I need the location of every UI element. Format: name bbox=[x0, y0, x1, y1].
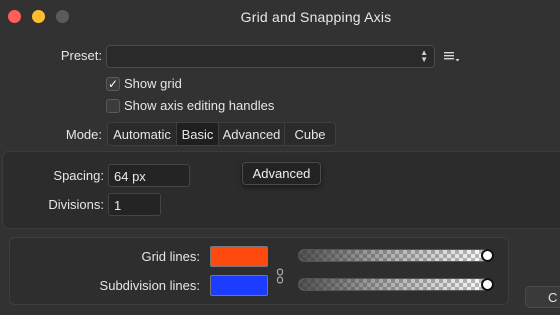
divisions-input[interactable]: 1 bbox=[108, 193, 161, 216]
show-axis-handles-checkbox-row[interactable]: Show axis editing handles bbox=[106, 98, 274, 113]
subdivision-lines-opacity-knob[interactable] bbox=[481, 278, 494, 291]
slider-gradient bbox=[299, 279, 493, 290]
mode-segmented-control[interactable]: Automatic Basic Advanced Cube bbox=[107, 122, 336, 146]
advanced-tooltip: Advanced bbox=[242, 162, 321, 185]
divisions-label: Divisions: bbox=[48, 197, 104, 212]
chevron-up-down-icon: ▲ ▼ bbox=[420, 48, 428, 64]
mode-basic-segment[interactable]: Basic bbox=[177, 123, 219, 145]
show-grid-checkbox-row[interactable]: ✓ Show grid bbox=[106, 76, 182, 91]
grid-lines-opacity-knob[interactable] bbox=[481, 249, 494, 262]
preset-select[interactable]: ▲ ▼ bbox=[106, 45, 435, 68]
spacing-label: Spacing: bbox=[53, 168, 104, 183]
subdivision-lines-opacity-slider[interactable] bbox=[298, 278, 494, 291]
mode-label: Mode: bbox=[65, 127, 102, 142]
grid-lines-opacity-slider[interactable] bbox=[298, 249, 494, 262]
spacing-input[interactable]: 64 px bbox=[108, 164, 190, 187]
subdivision-lines-label: Subdivision lines: bbox=[99, 278, 200, 293]
grid-lines-color-swatch[interactable] bbox=[210, 246, 268, 267]
show-grid-label: Show grid bbox=[124, 76, 182, 91]
close-dialog-button[interactable]: C bbox=[525, 286, 560, 308]
mode-advanced-segment[interactable]: Advanced bbox=[219, 123, 285, 145]
show-axis-handles-checkbox[interactable] bbox=[106, 98, 120, 113]
preset-label: Preset: bbox=[60, 48, 102, 63]
preset-menu-icon[interactable] bbox=[443, 49, 461, 65]
grid-lines-label: Grid lines: bbox=[141, 249, 200, 264]
slider-gradient bbox=[299, 250, 493, 261]
window-title: Grid and Snapping Axis bbox=[240, 9, 392, 25]
show-grid-checkbox[interactable]: ✓ bbox=[106, 76, 120, 91]
show-axis-handles-label: Show axis editing handles bbox=[124, 98, 275, 113]
subdivision-lines-color-swatch[interactable] bbox=[210, 275, 268, 296]
title-bar: Grid and Snapping Axis bbox=[0, 0, 560, 34]
mode-automatic-segment[interactable]: Automatic bbox=[108, 123, 177, 145]
mode-cube-segment[interactable]: Cube bbox=[285, 123, 335, 145]
link-icon[interactable] bbox=[276, 268, 284, 284]
checkmark-icon: ✓ bbox=[107, 76, 119, 91]
